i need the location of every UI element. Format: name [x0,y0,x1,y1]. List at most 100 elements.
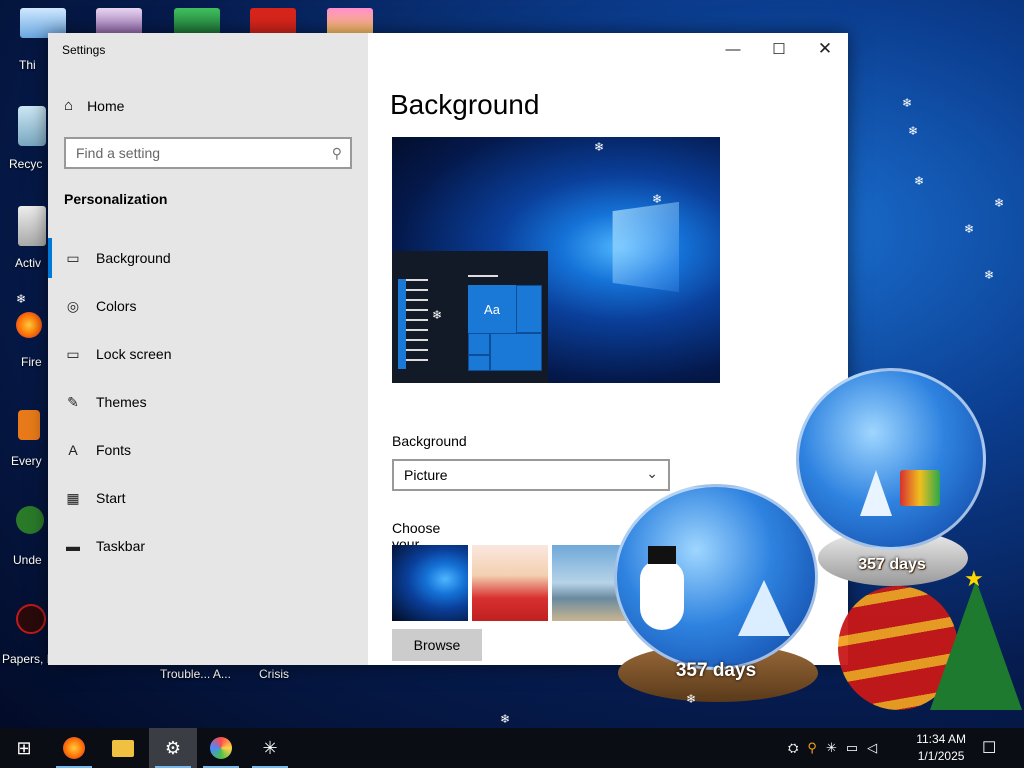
recycle-bin-icon[interactable] [18,106,46,146]
desktop-icon-label[interactable]: Crisis [259,667,289,681]
background-label: Background [392,433,467,449]
nav-label: Background [96,250,171,266]
nav-item-taskbar[interactable]: ▬ Taskbar [48,526,368,566]
search-icon: ⚲ [331,145,342,161]
nav-label: Start [96,490,126,506]
action-center-button[interactable]: ☐ [982,728,996,768]
firefox-icon[interactable] [16,312,42,338]
background-preview: Aa [392,137,720,383]
minimize-button[interactable]: — [710,37,756,61]
nav-label: Colors [96,298,137,314]
desktop-icon-label[interactable]: Fire [21,355,42,369]
clock[interactable]: 11:34 AM 1/1/2025 [916,731,966,765]
folder-icon[interactable] [18,206,46,246]
settings-taskbar-button[interactable]: ⚙ [149,728,197,768]
desktop-icon-label[interactable]: Recyc [9,157,42,171]
nav-item-fonts[interactable]: A Fonts [48,430,368,470]
close-button[interactable]: ✕ [802,37,848,61]
nav-label: Themes [96,394,147,410]
nav-item-start[interactable]: ▦ Start [48,478,368,518]
nav-item-colors[interactable]: ◎ Colors [48,286,368,326]
network-icon[interactable]: ▭ [846,740,858,756]
snowflake-icon: ❄ [652,192,663,206]
desktop-icon-label[interactable]: Every [11,454,42,468]
section-title: Personalization [64,191,168,207]
preview-tile: Aa [468,285,516,333]
clock-time: 11:34 AM [916,732,966,746]
chevron-down-icon: ⌄ [646,465,658,481]
picture-icon: ▭ [66,249,80,266]
notification-icon: ☐ [982,740,997,757]
colorful-app-taskbar-button[interactable] [197,728,245,768]
tray-search-icon[interactable]: ⚲ [807,740,817,756]
volume-muted-icon[interactable]: ◁ [867,740,877,756]
home-icon: ⌂ [64,97,74,114]
picture-option-windows[interactable] [392,545,468,621]
firefox-icon [63,737,85,759]
colorful-app-icon [210,737,232,759]
desktop-icon-label[interactable]: Papers, P [2,652,55,666]
font-icon: A [68,442,78,458]
snowflake-icon: ❄ [908,124,919,138]
brush-icon: ✎ [67,393,79,410]
desktop-icon-label[interactable]: Activ [15,256,41,270]
star-icon: ★ [964,566,984,591]
tray-app-icon[interactable]: ⛭ [788,740,798,756]
home-link[interactable]: ⌂ Home [64,97,124,114]
start-icon: ▦ [66,489,80,506]
desktop-icon-label[interactable]: Unde [13,553,42,567]
windows-logo-graphic [612,201,680,293]
snowflake-icon: ❄ [914,174,925,188]
snowflake-icon: ❄ [994,196,1005,210]
snowflake-icon: ❄ [902,96,913,110]
nav-label: Lock screen [96,346,172,362]
snowflake-app-taskbar-button[interactable]: ✳ [246,728,294,768]
settings-sidebar: Settings ⌂ Home Find a setting ⚲ Persona… [48,33,368,665]
home-label: Home [87,97,125,114]
pine-tree-icon [738,580,790,636]
app-icon[interactable] [16,604,46,634]
snow-globe-right [796,368,986,550]
snowflake-icon: ❄ [500,712,511,726]
nav-label: Fonts [96,442,132,458]
folder-icon [112,739,134,757]
snowflake-icon: ❄ [686,692,697,706]
snowflake-icon: ❄ [594,140,605,154]
search-placeholder: Find a setting [76,145,161,161]
tray-snowflake-icon[interactable]: ✳ [826,740,837,756]
app-icon[interactable] [16,506,44,534]
snowflake-icon: ❄ [964,222,975,236]
dropdown-value: Picture [404,467,448,483]
palette-icon: ◎ [66,297,80,314]
nav-item-background[interactable]: ▭ Background [48,238,368,278]
gift-icon [900,470,940,506]
background-dropdown[interactable]: Picture ⌄ [392,459,670,491]
browse-button[interactable]: Browse [392,629,482,661]
firefox-taskbar-button[interactable] [50,728,98,768]
page-title: Background [390,89,540,120]
days-counter-right: 357 days [858,556,926,573]
window-title: Settings [62,43,106,57]
snowflake-icon: ❄ [432,308,443,322]
tree-icon [860,470,892,516]
snowflake-icon: ❄ [16,292,27,306]
start-button[interactable]: ⊞ [0,728,48,768]
app-icon[interactable] [18,410,40,440]
maximize-button[interactable]: ☐ [756,37,802,61]
nav-item-lock-screen[interactable]: ▭ Lock screen [48,334,368,374]
nav-item-themes[interactable]: ✎ Themes [48,382,368,422]
system-tray: ⛭ ⚲ ✳ ▭ ◁ [788,728,877,768]
desktop-icon-label[interactable]: Thi [19,58,36,72]
top-hat-icon [648,546,676,564]
desktop-icon-label[interactable]: Trouble... A... [160,667,231,681]
snowflake-app-icon: ✳ [262,737,278,758]
nav-label: Taskbar [96,538,146,554]
lock-screen-icon: ▭ [66,345,80,362]
snowman-icon [640,560,684,630]
find-setting-input[interactable]: Find a setting ⚲ [64,137,352,169]
picture-option-character[interactable] [472,545,548,621]
taskbar-icon: ▬ [66,538,80,554]
file-explorer-taskbar-button[interactable] [99,728,147,768]
christmas-tree-icon [930,580,1022,710]
snowflake-icon: ❄ [984,268,995,282]
